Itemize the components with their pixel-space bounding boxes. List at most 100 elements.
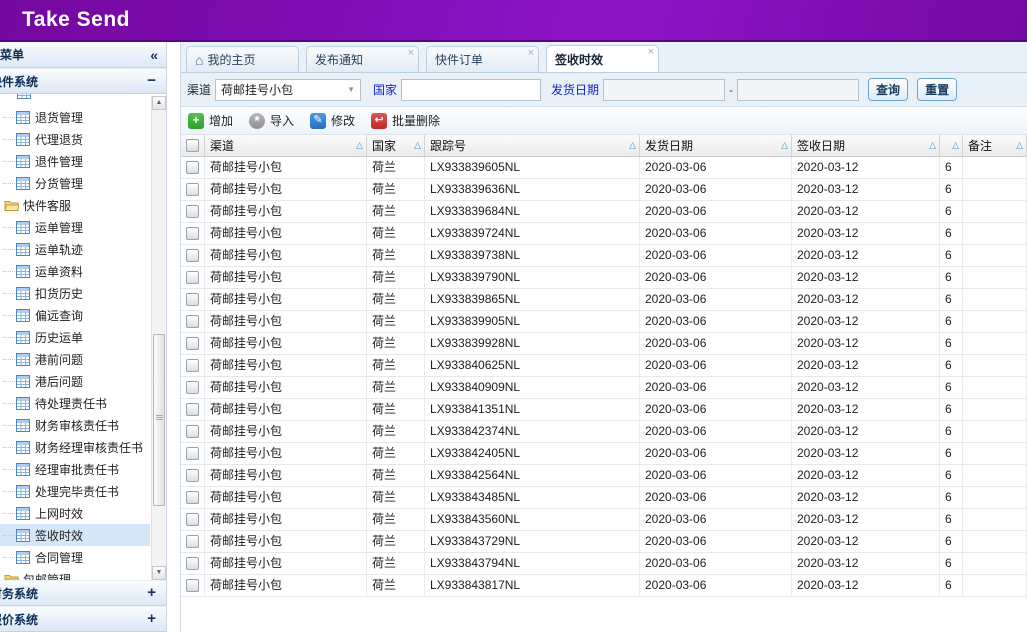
sort-icon[interactable]: △ — [629, 140, 636, 151]
accordion-section-express[interactable]: 快件系统 − — [0, 68, 166, 94]
table-row[interactable]: 荷邮挂号小包荷兰LX933839684NL2020-03-062020-03-1… — [181, 201, 1027, 223]
scroll-down-icon[interactable]: ▼ — [152, 566, 166, 580]
tree-scrollbar[interactable]: ▲ ▼ — [151, 96, 166, 580]
toolbar-button-导入[interactable]: *导入 — [249, 112, 294, 129]
tree-item-代理退货[interactable]: 代理退货 — [0, 128, 150, 150]
tree-item-经理审批责任书[interactable]: 经理审批责任书 — [0, 458, 150, 480]
row-checkbox[interactable] — [186, 447, 199, 460]
row-checkbox[interactable] — [186, 183, 199, 196]
table-row[interactable]: 荷邮挂号小包荷兰LX933839636NL2020-03-062020-03-1… — [181, 179, 1027, 201]
expand-section-icon[interactable]: + — [147, 586, 156, 600]
tree-item-签收时效[interactable]: 签收时效 — [0, 524, 150, 546]
tree-item-快件客服[interactable]: 快件客服 — [0, 194, 150, 216]
tree-item-财务经理审核责任书[interactable]: 财务经理审核责任书 — [0, 436, 150, 458]
close-icon[interactable]: × — [408, 48, 414, 59]
tree-item-港前问题[interactable]: 港前问题 — [0, 348, 150, 370]
channel-select[interactable]: 荷邮挂号小包 ▼ — [215, 79, 361, 101]
tree-item-偏远查询[interactable]: 偏远查询 — [0, 304, 150, 326]
column-header-签收日期[interactable]: 签收日期△ — [792, 135, 940, 156]
collapse-section-icon[interactable]: − — [147, 74, 156, 88]
tree-item-财务审核责任书[interactable]: 财务审核责任书 — [0, 414, 150, 436]
row-checkbox[interactable] — [186, 491, 199, 504]
table-row[interactable]: 荷邮挂号小包荷兰LX933841351NL2020-03-062020-03-1… — [181, 399, 1027, 421]
close-icon[interactable]: × — [528, 48, 534, 59]
tree-item-partial[interactable] — [0, 94, 150, 106]
row-checkbox[interactable] — [186, 381, 199, 394]
accordion-section-quotation[interactable]: 报价系统 + — [0, 606, 166, 632]
tree-item-运单轨迹[interactable]: 运单轨迹 — [0, 238, 150, 260]
table-row[interactable]: 荷邮挂号小包荷兰LX933839928NL2020-03-062020-03-1… — [181, 333, 1027, 355]
row-checkbox[interactable] — [186, 315, 199, 328]
tree-item-分货管理[interactable]: 分货管理 — [0, 172, 150, 194]
row-checkbox[interactable] — [186, 249, 199, 262]
chevron-down-icon[interactable]: ▼ — [347, 85, 355, 94]
column-header-国家[interactable]: 国家△ — [367, 135, 425, 156]
tab-4[interactable]: 签收时效× — [546, 45, 659, 72]
row-checkbox[interactable] — [186, 513, 199, 526]
toolbar-button-批量删除[interactable]: ↩批量删除 — [371, 112, 440, 129]
row-checkbox[interactable] — [186, 579, 199, 592]
table-row[interactable]: 荷邮挂号小包荷兰LX933843817NL2020-03-062020-03-1… — [181, 575, 1027, 597]
table-row[interactable]: 荷邮挂号小包荷兰LX933843485NL2020-03-062020-03-1… — [181, 487, 1027, 509]
tab-1[interactable]: ⌂我的主页 — [186, 46, 299, 72]
date-to-input[interactable] — [737, 79, 859, 101]
column-header-blank[interactable]: △ — [940, 135, 963, 156]
select-all-checkbox[interactable] — [186, 139, 199, 152]
row-checkbox[interactable] — [186, 403, 199, 416]
splitter[interactable] — [167, 42, 180, 632]
table-row[interactable]: 荷邮挂号小包荷兰LX933839724NL2020-03-062020-03-1… — [181, 223, 1027, 245]
table-row[interactable]: 荷邮挂号小包荷兰LX933843560NL2020-03-062020-03-1… — [181, 509, 1027, 531]
collapse-sidebar-icon[interactable]: « — [150, 47, 158, 63]
tree-item-待处理责任书[interactable]: 待处理责任书 — [0, 392, 150, 414]
tree-item-退件管理[interactable]: 退件管理 — [0, 150, 150, 172]
table-row[interactable]: 荷邮挂号小包荷兰LX933842374NL2020-03-062020-03-1… — [181, 421, 1027, 443]
tree-item-历史运单[interactable]: 历史运单 — [0, 326, 150, 348]
toolbar-button-增加[interactable]: +增加 — [188, 112, 233, 129]
column-header-备注[interactable]: 备注△ — [963, 135, 1027, 156]
row-checkbox[interactable] — [186, 469, 199, 482]
tree-item-扣货历史[interactable]: 扣货历史 — [0, 282, 150, 304]
table-row[interactable]: 荷邮挂号小包荷兰LX933839605NL2020-03-062020-03-1… — [181, 157, 1027, 179]
table-row[interactable]: 荷邮挂号小包荷兰LX933842405NL2020-03-062020-03-1… — [181, 443, 1027, 465]
table-row[interactable]: 荷邮挂号小包荷兰LX933839738NL2020-03-062020-03-1… — [181, 245, 1027, 267]
sort-icon[interactable]: △ — [1016, 140, 1023, 151]
table-row[interactable]: 荷邮挂号小包荷兰LX933839790NL2020-03-062020-03-1… — [181, 267, 1027, 289]
sort-icon[interactable]: △ — [929, 140, 936, 151]
row-checkbox[interactable] — [186, 557, 199, 570]
sort-icon[interactable]: △ — [356, 140, 363, 151]
tree-item-运单资料[interactable]: 运单资料 — [0, 260, 150, 282]
tree-item-合同管理[interactable]: 合同管理 — [0, 546, 150, 568]
row-checkbox[interactable] — [186, 227, 199, 240]
row-checkbox[interactable] — [186, 359, 199, 372]
scroll-up-icon[interactable]: ▲ — [152, 96, 166, 110]
table-row[interactable]: 荷邮挂号小包荷兰LX933839905NL2020-03-062020-03-1… — [181, 311, 1027, 333]
sort-icon[interactable]: △ — [414, 140, 421, 151]
tab-2[interactable]: 发布通知× — [306, 46, 419, 72]
tree-item-处理完毕责任书[interactable]: 处理完毕责任书 — [0, 480, 150, 502]
row-checkbox[interactable] — [186, 205, 199, 218]
tree-item-港后问题[interactable]: 港后问题 — [0, 370, 150, 392]
column-header-跟踪号[interactable]: 跟踪号△ — [425, 135, 640, 156]
accordion-section-finance[interactable]: 财务系统 + — [0, 580, 166, 606]
row-checkbox[interactable] — [186, 161, 199, 174]
table-row[interactable]: 荷邮挂号小包荷兰LX933840909NL2020-03-062020-03-1… — [181, 377, 1027, 399]
toolbar-button-修改[interactable]: ✎修改 — [310, 112, 355, 129]
tree-item-包邮管理[interactable]: 包邮管理 — [0, 568, 150, 580]
close-icon[interactable]: × — [648, 47, 654, 58]
row-checkbox[interactable] — [186, 425, 199, 438]
column-header-渠道[interactable]: 渠道△ — [205, 135, 367, 156]
table-row[interactable]: 荷邮挂号小包荷兰LX933843729NL2020-03-062020-03-1… — [181, 531, 1027, 553]
row-checkbox[interactable] — [186, 271, 199, 284]
reset-button[interactable]: 重置 — [917, 78, 957, 101]
table-row[interactable]: 荷邮挂号小包荷兰LX933840625NL2020-03-062020-03-1… — [181, 355, 1027, 377]
country-input[interactable] — [401, 79, 541, 101]
date-from-input[interactable] — [603, 79, 725, 101]
tree-item-运单管理[interactable]: 运单管理 — [0, 216, 150, 238]
scrollbar-thumb[interactable] — [153, 334, 165, 506]
tree-item-退货管理[interactable]: 退货管理 — [0, 106, 150, 128]
table-row[interactable]: 荷邮挂号小包荷兰LX933839865NL2020-03-062020-03-1… — [181, 289, 1027, 311]
row-checkbox[interactable] — [186, 535, 199, 548]
expand-section-icon[interactable]: + — [147, 612, 156, 626]
table-row[interactable]: 荷邮挂号小包荷兰LX933843794NL2020-03-062020-03-1… — [181, 553, 1027, 575]
table-row[interactable]: 荷邮挂号小包荷兰LX933842564NL2020-03-062020-03-1… — [181, 465, 1027, 487]
